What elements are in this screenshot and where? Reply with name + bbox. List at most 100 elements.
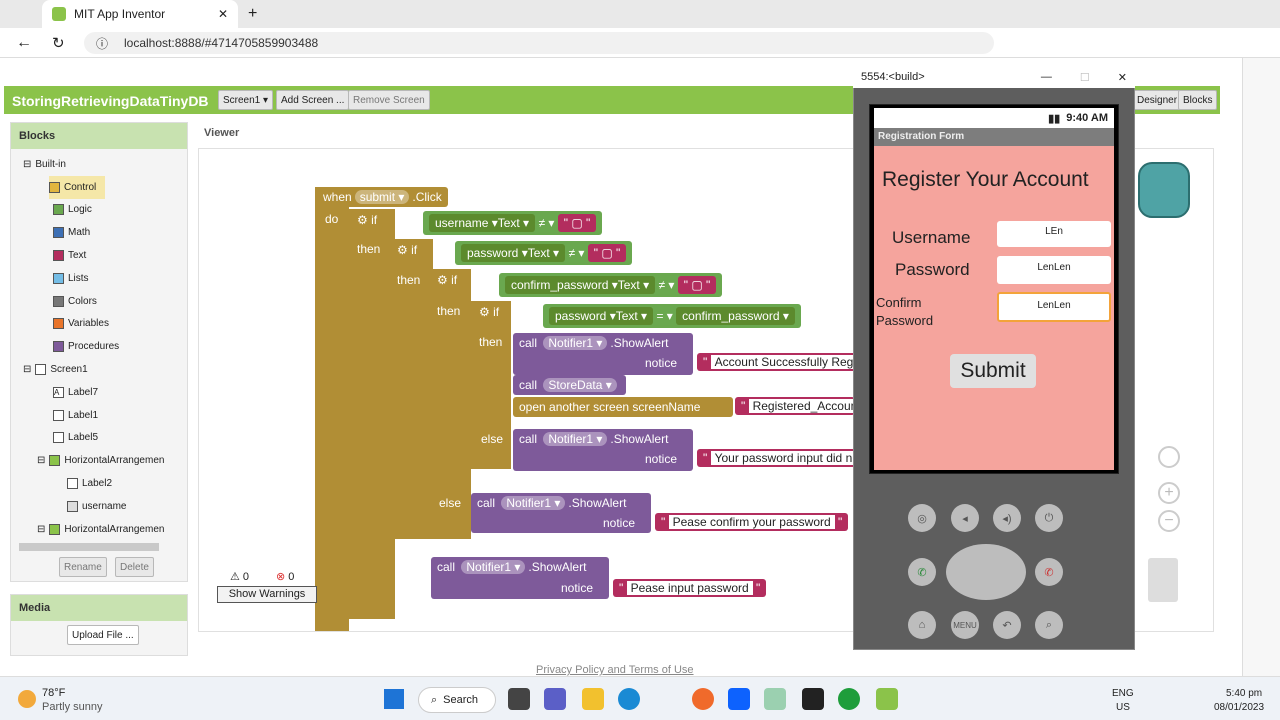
- string-success[interactable]: " Account Successfully Reg: [697, 353, 858, 371]
- tree-procedures[interactable]: Procedures: [53, 335, 181, 358]
- gear-icon[interactable]: ⚙: [479, 305, 490, 319]
- backpack-icon[interactable]: [1138, 162, 1190, 218]
- delete-button[interactable]: Delete: [115, 557, 154, 577]
- clock-time[interactable]: 5:40 pm: [1226, 688, 1262, 699]
- zoom-in-icon[interactable]: +: [1158, 482, 1180, 504]
- call-hw-button[interactable]: ✆: [908, 558, 936, 586]
- vol-down-hw-button[interactable]: ◂: [951, 504, 979, 532]
- neq-username[interactable]: username ▾ Text ▾ ≠ ▾ " ▢ ": [423, 211, 603, 235]
- else-label-2: else: [397, 562, 420, 576]
- vol-up-hw-button[interactable]: ◂): [993, 504, 1021, 532]
- rename-button[interactable]: Rename: [59, 557, 107, 577]
- call-storedata[interactable]: call StoreData ▾: [513, 375, 626, 395]
- task-view-icon[interactable]: [508, 688, 530, 710]
- tree-builtin[interactable]: ⊟ Built-in: [23, 153, 181, 176]
- tree-harr2[interactable]: ⊟ HorizontalArrangemen: [37, 518, 181, 541]
- taskbar-search[interactable]: ⌕ Search: [418, 687, 496, 713]
- control-block-body: [315, 187, 349, 631]
- gear-icon[interactable]: ⚙: [397, 243, 408, 257]
- weather-icon[interactable]: [18, 690, 36, 708]
- if-label-1[interactable]: ⚙ if: [351, 211, 384, 229]
- firefox-icon[interactable]: [692, 688, 714, 710]
- neq-confirm[interactable]: confirm_password ▾ Text ▾ ≠ ▾ " ▢ ": [499, 273, 723, 297]
- username-label: Username: [892, 228, 971, 247]
- new-tab-icon[interactable]: +: [248, 5, 257, 23]
- edge-sidebar: [1242, 58, 1280, 676]
- minimize-icon[interactable]: —: [1041, 71, 1052, 83]
- tree-math[interactable]: Math: [53, 221, 181, 244]
- lang-us[interactable]: US: [1116, 702, 1130, 713]
- lang-eng[interactable]: ENG: [1112, 688, 1134, 699]
- zoom-out-icon[interactable]: −: [1158, 510, 1180, 532]
- terminal-icon[interactable]: [802, 688, 824, 710]
- teams-icon[interactable]: [544, 688, 566, 710]
- tree-harr1[interactable]: ⊟ HorizontalArrangemen: [37, 449, 181, 472]
- string-input[interactable]: " Pease input password ": [613, 579, 767, 597]
- tree-logic[interactable]: Logic: [53, 199, 181, 222]
- url-field[interactable]: localhost:8888/#4714705859903488: [84, 32, 994, 54]
- camera-hw-button[interactable]: ◎: [908, 504, 936, 532]
- tree-label7[interactable]: A Label7: [53, 381, 181, 404]
- gear-icon[interactable]: ⚙: [437, 273, 448, 287]
- tree-text[interactable]: Text: [53, 244, 181, 267]
- tree-colors[interactable]: Colors: [53, 290, 181, 313]
- tree-label5[interactable]: Label5: [53, 427, 181, 450]
- remove-screen-button[interactable]: Remove Screen: [348, 90, 430, 110]
- neq-password[interactable]: password ▾ Text ▾ ≠ ▾ " ▢ ": [455, 241, 633, 265]
- browser-tab[interactable]: MIT App Inventor ✕: [42, 0, 238, 28]
- tree-lists[interactable]: Lists: [53, 267, 181, 290]
- dpad[interactable]: [946, 544, 1026, 600]
- info-icon[interactable]: ⓘ: [96, 35, 108, 52]
- clock-date[interactable]: 08/01/2023: [1214, 702, 1264, 713]
- password-field[interactable]: LenLen: [997, 256, 1111, 284]
- home-hw-button[interactable]: ⌂: [908, 611, 936, 639]
- search-hw-button[interactable]: ⌕: [1035, 611, 1063, 639]
- maximize-icon[interactable]: ☐: [1080, 71, 1090, 84]
- if-label-3[interactable]: ⚙ if: [431, 271, 464, 289]
- back-icon[interactable]: ←: [16, 34, 32, 52]
- android-icon[interactable]: [876, 688, 898, 710]
- open-another-screen[interactable]: open another screen screenName: [513, 397, 733, 417]
- username-field[interactable]: LEn: [997, 221, 1111, 247]
- start-icon[interactable]: [384, 689, 404, 709]
- confirm-field[interactable]: LenLen: [997, 292, 1111, 322]
- tree-label2[interactable]: Label2: [67, 472, 181, 495]
- close-tab-icon[interactable]: ✕: [218, 7, 228, 21]
- app-inventor-icon: [52, 7, 66, 21]
- tree-label1[interactable]: Label1: [53, 404, 181, 427]
- upload-file-button[interactable]: Upload File ...: [67, 625, 139, 645]
- appinventor-icon[interactable]: [838, 688, 860, 710]
- paint-icon[interactable]: [764, 688, 786, 710]
- target-icon[interactable]: [1158, 446, 1180, 468]
- endcall-hw-button[interactable]: ✆: [1035, 558, 1063, 586]
- show-warnings-button[interactable]: Show Warnings: [217, 586, 317, 603]
- string-registered[interactable]: " Registered_Accoun: [735, 397, 862, 415]
- tree-hscroll[interactable]: [19, 543, 159, 551]
- submit-button[interactable]: Submit: [950, 354, 1036, 388]
- screen-select[interactable]: Screen1 ▾: [218, 90, 274, 110]
- tree-variables[interactable]: Variables: [53, 313, 181, 336]
- string-password[interactable]: " Your password input did n: [697, 449, 857, 467]
- trash-icon[interactable]: [1148, 558, 1178, 602]
- if-label-4[interactable]: ⚙ if: [473, 303, 506, 321]
- dropbox-icon[interactable]: [728, 688, 750, 710]
- back-hw-button[interactable]: ↶: [993, 611, 1021, 639]
- designer-button[interactable]: Designer: [1132, 90, 1183, 110]
- close-icon[interactable]: ✕: [1118, 71, 1127, 84]
- tree-screen1[interactable]: ⊟ Screen1: [23, 358, 181, 381]
- gear-icon[interactable]: ⚙: [357, 213, 368, 227]
- eq-password-confirm[interactable]: password ▾ Text ▾ = ▾ confirm_password ▾: [543, 304, 801, 328]
- if-label-2[interactable]: ⚙ if: [391, 241, 424, 259]
- when-submit-click[interactable]: when submit ▾ .Click: [317, 187, 448, 207]
- edge-icon[interactable]: [618, 688, 640, 710]
- privacy-link[interactable]: Privacy Policy and Terms of Use: [536, 664, 694, 676]
- menu-hw-button[interactable]: MENU: [951, 611, 979, 639]
- blocks-button[interactable]: Blocks: [1178, 90, 1218, 110]
- explorer-icon[interactable]: [582, 688, 604, 710]
- tree-control[interactable]: Control: [49, 175, 105, 199]
- add-screen-button[interactable]: Add Screen ...: [276, 90, 350, 110]
- refresh-icon[interactable]: ↻: [52, 34, 65, 52]
- tree-username[interactable]: username: [67, 495, 181, 518]
- string-confirm[interactable]: " Pease confirm your password ": [655, 513, 849, 531]
- power-hw-button[interactable]: ⏻: [1035, 504, 1063, 532]
